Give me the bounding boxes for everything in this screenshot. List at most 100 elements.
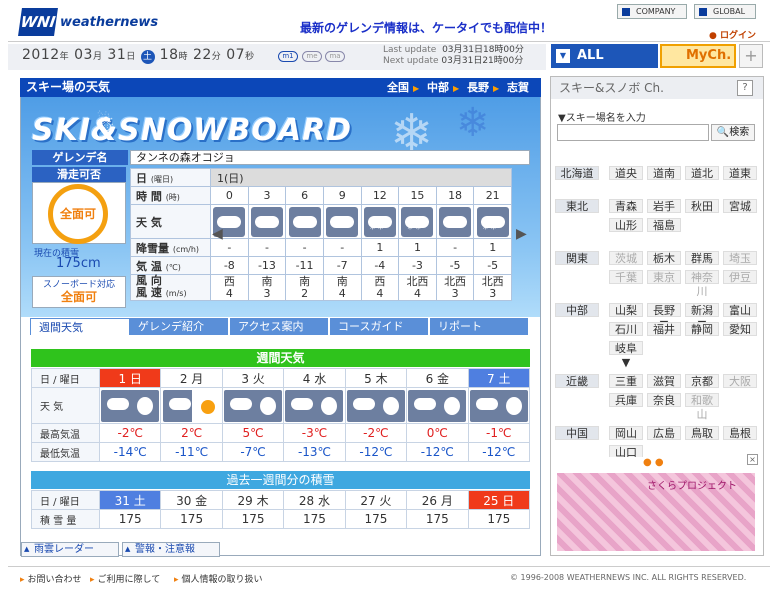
pref-1-5[interactable]: 福島	[647, 218, 681, 232]
mode-pill-ma[interactable]: ma	[325, 51, 345, 62]
ski-search-input[interactable]	[557, 124, 709, 141]
precip-cell: 1	[398, 238, 437, 257]
mode-pill-m1[interactable]: m1	[278, 51, 298, 62]
pref-1-4[interactable]: 山形	[609, 218, 643, 232]
tab-gelande[interactable]: ゲレンデ紹介	[130, 318, 230, 335]
wind-speed: 3	[451, 286, 459, 300]
weather-cell	[322, 204, 362, 239]
pref-0-2[interactable]: 道北	[685, 166, 719, 180]
pref-0-0[interactable]: 道央	[609, 166, 643, 180]
pref-5-3[interactable]: 島根	[723, 426, 757, 440]
table-row: 日 / 曜日 1 日2 月3 火4 水5 木6 金7 土	[31, 368, 531, 388]
mode-pill-me[interactable]: me	[302, 51, 322, 62]
table-row: 日 (曜日) 1(日)	[130, 168, 512, 187]
logo[interactable]: WNI	[18, 8, 58, 36]
add-channel-button[interactable]: +	[739, 44, 763, 68]
pref-2-4[interactable]: 千葉	[609, 270, 643, 284]
pref-1-3[interactable]: 宮城	[723, 199, 757, 213]
tab-weekly[interactable]: 週間天気	[30, 318, 130, 335]
crumb-shiga[interactable]: 志賀	[507, 81, 529, 94]
help-button[interactable]: ?	[737, 80, 753, 96]
crumb-nagano[interactable]: 長野	[467, 81, 489, 94]
crumb-chubu[interactable]: 中部	[427, 81, 449, 94]
pref-3-2[interactable]: 新潟 ▼	[685, 303, 719, 331]
rain-radar-button[interactable]: 雨雲レーダー	[21, 542, 119, 557]
pref-5-0[interactable]: 岡山	[609, 426, 643, 440]
region-0[interactable]: 北海道	[555, 166, 599, 180]
scroll-left-arrow[interactable]: ◀	[212, 226, 223, 242]
pref-3-6[interactable]: 静岡	[685, 322, 719, 336]
temp-cell: -5	[473, 256, 512, 275]
scroll-right-arrow[interactable]: ▶	[516, 226, 527, 242]
contact-link[interactable]: お問い合わせ	[20, 572, 82, 585]
pref-5-2[interactable]: 鳥取	[685, 426, 719, 440]
pref-3-1[interactable]: 長野 ▼	[647, 303, 681, 331]
pref-3-3[interactable]: 富山	[723, 303, 757, 317]
pref-4-2[interactable]: 京都	[685, 374, 719, 388]
privacy-link[interactable]: 個人情報の取り扱い	[174, 572, 263, 585]
pref-4-3[interactable]: 大阪	[723, 374, 757, 388]
weekly-high: -1℃	[467, 423, 531, 443]
weekly-high: 0℃	[406, 423, 469, 443]
pref-0-1[interactable]: 道南	[647, 166, 681, 180]
pref-2-2[interactable]: 群馬	[685, 251, 719, 265]
pref-3-0[interactable]: 山梨	[609, 303, 643, 317]
region-5[interactable]: 中国	[555, 426, 599, 440]
snow-icon	[363, 206, 396, 237]
sakura-banner[interactable]: さくらプロジェクト	[557, 473, 755, 551]
search-button[interactable]: 🔍検索	[711, 124, 755, 141]
gelande-name: タンネの森オコジョ	[130, 150, 530, 165]
weather-cell	[360, 204, 400, 239]
region-2[interactable]: 関東	[555, 251, 599, 265]
pref-3-4[interactable]: 石川	[609, 322, 643, 336]
hero-title: SKI&SNOWBOARD	[32, 113, 353, 148]
tab-course[interactable]: コースガイド	[330, 318, 430, 335]
tab-access[interactable]: アクセス案内	[230, 318, 330, 335]
pager-dots[interactable]: ● ●	[643, 457, 664, 468]
global-link[interactable]: GLOBAL	[694, 4, 756, 19]
table-row: 時 間 (時) 0 3 6 9 12 15 18 21	[130, 186, 512, 205]
pref-4-0[interactable]: 三重	[609, 374, 643, 388]
my-channel-tab[interactable]: MyCh.	[660, 44, 736, 68]
pref-3-5[interactable]: 福井	[647, 322, 681, 336]
all-channel-tab[interactable]: ALL Channel	[551, 44, 658, 87]
brand-name[interactable]: weathernews	[60, 15, 158, 30]
pref-1-0[interactable]: 青森	[609, 199, 643, 213]
pref-3-8[interactable]: 岐阜 ▼	[609, 341, 643, 369]
pref-4-5[interactable]: 奈良	[647, 393, 681, 407]
close-icon[interactable]: ×	[747, 454, 758, 465]
hours-cell: 15	[398, 186, 437, 205]
pref-4-6[interactable]: 和歌山	[685, 393, 719, 421]
wind-direction: 西	[223, 274, 235, 288]
pref-1-1[interactable]: 岩手	[647, 199, 681, 213]
region-4[interactable]: 近畿	[555, 374, 599, 388]
pref-0-3[interactable]: 道東	[723, 166, 757, 180]
pref-4-1[interactable]: 滋賀	[647, 374, 681, 388]
weekly-table: 日 / 曜日 1 日2 月3 火4 水5 木6 金7 土 天 気 最高気温 -2℃ 2…	[31, 368, 531, 462]
temp-cell: -11	[285, 256, 324, 275]
login-link[interactable]: ● ログイン	[709, 28, 756, 41]
pref-2-3[interactable]: 埼玉	[723, 251, 757, 265]
pref-2-0[interactable]: 茨城	[609, 251, 643, 265]
tab-report[interactable]: リポート	[430, 318, 530, 335]
pref-3-7[interactable]: 愛知	[723, 322, 757, 336]
region-3[interactable]: 中部	[555, 303, 599, 317]
pref-1-2[interactable]: 秋田	[685, 199, 719, 213]
terms-link[interactable]: ご利用に際して	[90, 572, 161, 585]
pref-2-7[interactable]: 伊豆	[723, 270, 757, 284]
warnings-button[interactable]: 警報・注意報	[122, 542, 220, 557]
pref-4-4[interactable]: 兵庫	[609, 393, 643, 407]
pref-2-6[interactable]: 神奈川	[685, 270, 719, 298]
pref-2-1[interactable]: 栃木	[647, 251, 681, 265]
pref-2-5[interactable]: 東京	[647, 270, 681, 284]
region-1[interactable]: 東北	[555, 199, 599, 213]
crumb-zenkoku[interactable]: 全国	[387, 81, 409, 94]
precip-cell: 1	[360, 238, 400, 257]
promo-text[interactable]: 最新のゲレンデ情報は、ケータイでも配信中！	[300, 19, 552, 36]
hourly-forecast-table: 日 (曜日) 1(日) 時 間 (時) 036912151821 天 気 降雪量…	[130, 168, 512, 301]
temp-cell: -3	[398, 256, 437, 275]
pref-5-4[interactable]: 山口	[609, 445, 643, 457]
company-link[interactable]: COMPANY	[617, 4, 687, 19]
pref-5-1[interactable]: 広島	[647, 426, 681, 440]
cloud-icon	[250, 206, 283, 237]
